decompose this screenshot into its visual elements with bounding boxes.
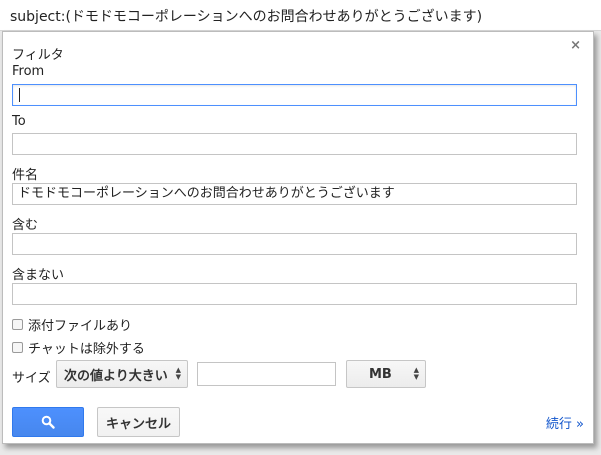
filter-title: フィルタ	[12, 48, 64, 63]
search-icon	[41, 415, 55, 429]
has-attachment-checkbox[interactable]	[12, 319, 23, 330]
updown-arrows-icon: ▲ ▼	[175, 366, 181, 381]
search-bar[interactable]: subject:(ドモドモコーポレーションへのお問合わせありがとうございます)	[0, 0, 601, 31]
size-input[interactable]	[197, 362, 336, 386]
size-unit-select[interactable]: MB ▲ ▼	[346, 360, 426, 388]
cancel-button[interactable]: キャンセル	[97, 407, 180, 437]
from-field[interactable]	[12, 84, 577, 106]
exclude-chats-checkbox[interactable]	[12, 342, 23, 353]
search-button[interactable]	[12, 407, 84, 437]
subject-field[interactable]: ドモドモコーポレーションへのお問合わせありがとうございます	[12, 183, 577, 205]
to-field[interactable]	[12, 133, 577, 155]
to-label: To	[12, 114, 26, 129]
search-query-text[interactable]: subject:(ドモドモコーポレーションへのお問合わせありがとうございます)	[10, 6, 482, 26]
size-operator-value: 次の値より大きい	[64, 368, 168, 384]
subject-label: 件名	[12, 168, 39, 183]
text-caret	[19, 88, 20, 102]
size-operator-select[interactable]: 次の値より大きい ▲ ▼	[56, 360, 188, 388]
has-attachment-option[interactable]: 添付ファイルあり	[12, 315, 132, 334]
filter-panel: × フィルタ From To 件名 ドモドモコーポレーションへのお問合わせありが…	[2, 31, 594, 444]
continue-link[interactable]: 続行 »	[546, 413, 584, 432]
doesnt-have-label: 含まない	[12, 268, 65, 283]
exclude-chats-label: チャットは除外する	[28, 342, 145, 357]
exclude-chats-option[interactable]: チャットは除外する	[12, 338, 145, 357]
has-words-field[interactable]	[12, 233, 577, 255]
has-attachment-label: 添付ファイルあり	[28, 319, 133, 334]
from-label: From	[12, 64, 45, 79]
doesnt-have-field[interactable]	[12, 283, 577, 305]
size-label: サイズ	[12, 371, 51, 386]
has-words-label: 含む	[12, 218, 39, 233]
close-icon[interactable]: ×	[570, 38, 581, 53]
size-unit-value: MB	[369, 366, 392, 382]
updown-arrows-icon: ▲ ▼	[413, 366, 419, 381]
